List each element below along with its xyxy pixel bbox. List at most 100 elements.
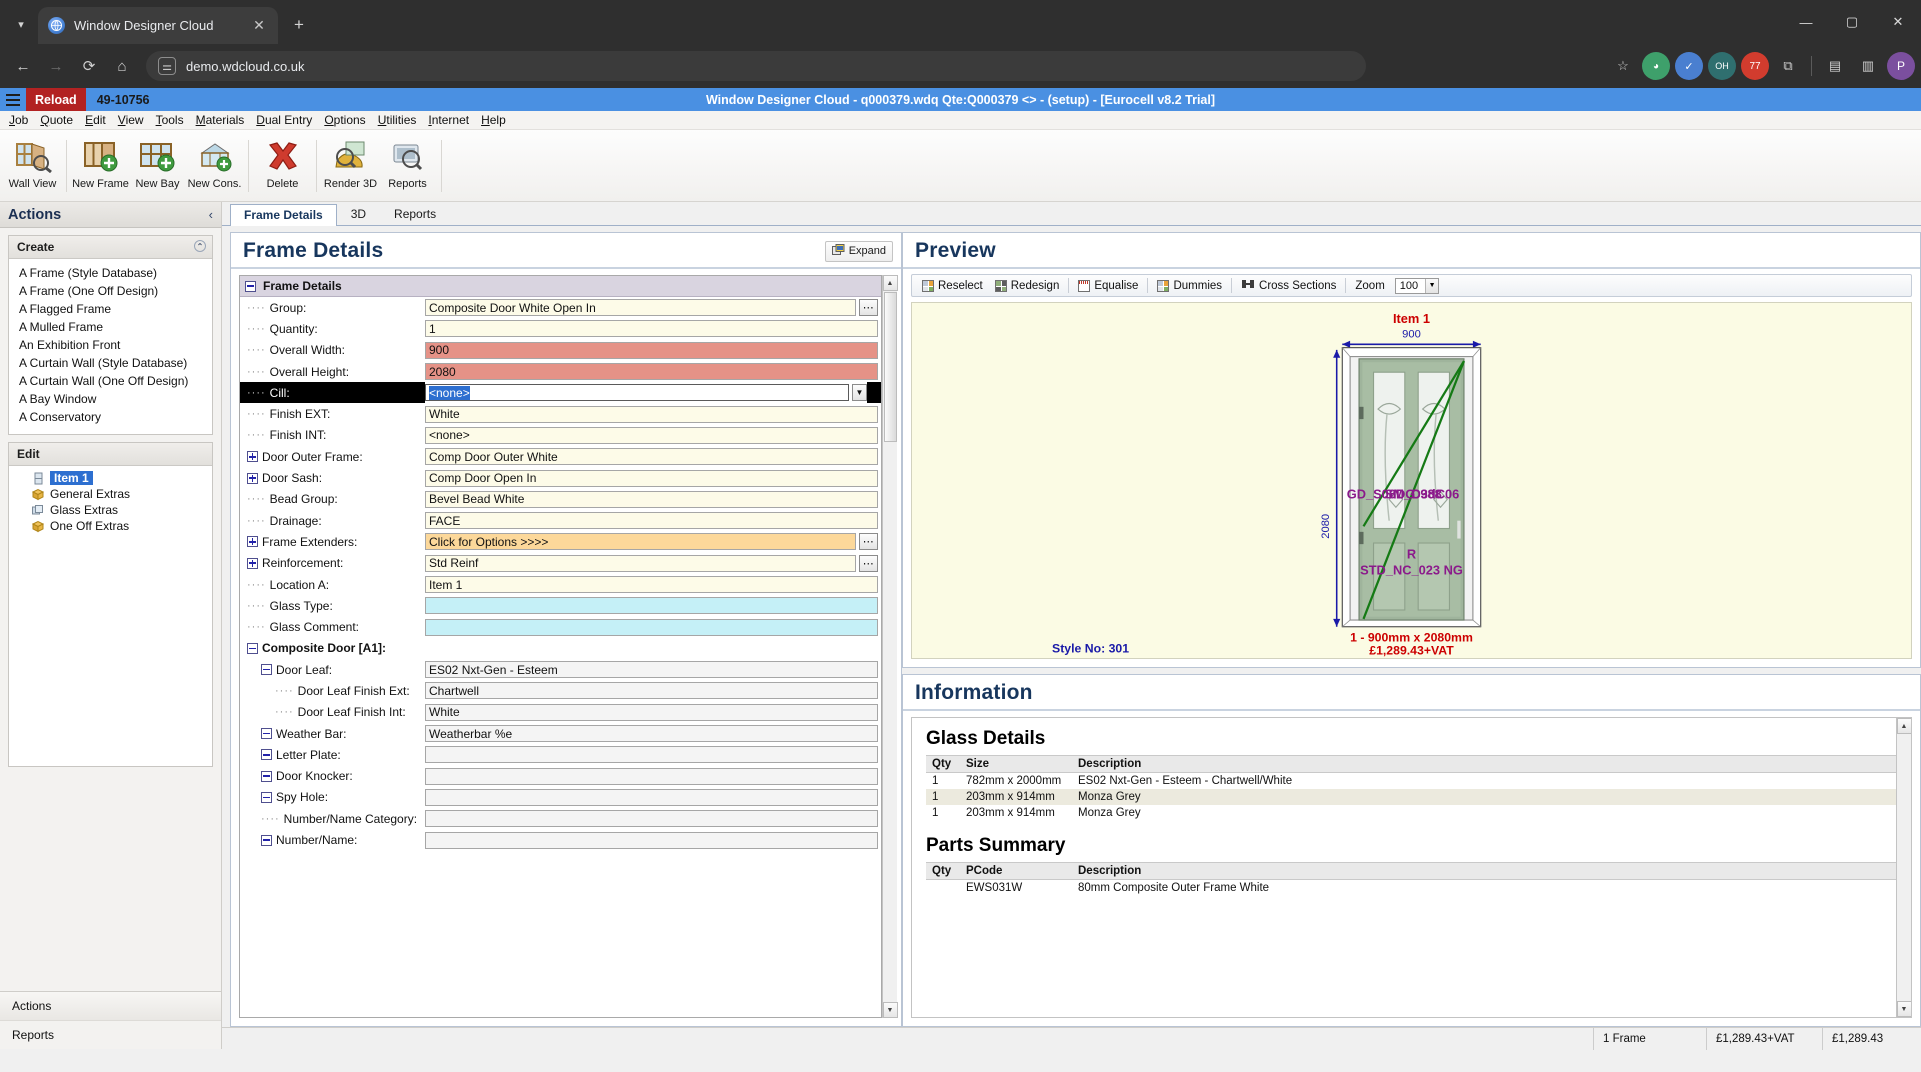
menu-edit[interactable]: Edit: [79, 113, 112, 127]
new-tab-button[interactable]: +: [284, 10, 314, 40]
create-item-frame-one-off[interactable]: A Frame (One Off Design): [9, 282, 212, 300]
scroll-thumb[interactable]: [883, 292, 897, 442]
create-item-exhibition-front[interactable]: An Exhibition Front: [9, 336, 212, 354]
frame-details-row[interactable]: ···· Quantity: 1: [240, 318, 881, 339]
redesign-button[interactable]: Redesign: [989, 278, 1066, 294]
tree-item-glass-extras[interactable]: Glass Extras: [9, 502, 212, 518]
create-item-flagged-frame[interactable]: A Flagged Frame: [9, 300, 212, 318]
frame-details-row[interactable]: ···· Overall Height: 2080: [240, 361, 881, 382]
side-panel-icon[interactable]: ▥: [1854, 52, 1882, 80]
zoom-select[interactable]: 100 ▼: [1394, 277, 1440, 294]
browser-tab[interactable]: Window Designer Cloud ✕: [38, 7, 278, 44]
collapse-node-icon[interactable]: [261, 791, 272, 803]
ellipsis-button[interactable]: ⋯: [859, 299, 878, 317]
row-value-field[interactable]: 900: [425, 341, 878, 359]
close-window-button[interactable]: ✕: [1875, 0, 1921, 44]
frame-details-row[interactable]: ···· Bead Group: Bevel Bead White: [240, 489, 881, 510]
row-value-field[interactable]: [425, 788, 878, 806]
reports-button[interactable]: Reports: [379, 133, 436, 199]
frame-details-row[interactable]: Reinforcement: Std Reinf ⋯: [240, 553, 881, 574]
row-value-field[interactable]: [425, 597, 878, 615]
collapse-node-icon[interactable]: [247, 642, 258, 654]
frame-details-row[interactable]: ···· Location A: Item 1: [240, 574, 881, 595]
frame-details-row[interactable]: Spy Hole:: [240, 787, 881, 808]
frame-details-row[interactable]: ···· Glass Comment:: [240, 616, 881, 637]
footer-actions-button[interactable]: Actions: [0, 991, 221, 1020]
extension-red-icon[interactable]: 77: [1741, 52, 1769, 80]
frame-details-row[interactable]: ···· Overall Width: 900: [240, 340, 881, 361]
create-item-curtain-wall-one-off[interactable]: A Curtain Wall (One Off Design): [9, 372, 212, 390]
minimize-button[interactable]: —: [1783, 0, 1829, 44]
site-settings-icon[interactable]: ⚌: [158, 57, 176, 75]
row-value-field[interactable]: Item 1: [425, 576, 878, 593]
forward-icon[interactable]: →: [41, 51, 71, 81]
row-value-field[interactable]: Composite Door White Open In: [425, 299, 856, 317]
frame-details-row[interactable]: Composite Door [A1]:: [240, 638, 881, 659]
menu-view[interactable]: View: [112, 113, 150, 127]
cross-sections-button[interactable]: Cross Sections: [1235, 276, 1342, 295]
frame-details-row[interactable]: Weather Bar: Weatherbar %e: [240, 723, 881, 744]
frame-details-row[interactable]: ···· Group: Composite Door White Open In ⋯: [240, 297, 881, 318]
menu-utilities[interactable]: Utilities: [372, 113, 423, 127]
extension-green-icon[interactable]: ◕: [1642, 52, 1670, 80]
chevron-down-icon[interactable]: ▼: [852, 384, 867, 402]
table-row[interactable]: 1 203mm x 914mm Monza Grey: [926, 805, 1896, 821]
row-value-field[interactable]: <none>: [425, 384, 849, 402]
frame-details-row[interactable]: Frame Extenders: Click for Options >>>> ⋯: [240, 531, 881, 552]
ellipsis-button[interactable]: ⋯: [859, 533, 878, 551]
create-item-bay-window[interactable]: A Bay Window: [9, 390, 212, 408]
home-icon[interactable]: ⌂: [107, 51, 137, 81]
row-value-field[interactable]: [425, 767, 878, 785]
row-value-field[interactable]: Std Reinf: [425, 554, 856, 572]
information-scrollbar[interactable]: ▲ ▼: [1896, 718, 1911, 1017]
new-frame-button[interactable]: New Frame: [72, 133, 129, 199]
frame-details-scrollbar[interactable]: ▲ ▼: [882, 275, 898, 1018]
menu-tools[interactable]: Tools: [150, 113, 190, 127]
maximize-button[interactable]: ▢: [1829, 0, 1875, 44]
row-value-field[interactable]: [425, 746, 878, 764]
reading-list-icon[interactable]: ▤: [1821, 52, 1849, 80]
frame-details-row[interactable]: Number/Name:: [240, 829, 881, 850]
menu-job[interactable]: Job: [3, 113, 34, 127]
frame-details-row[interactable]: Door Outer Frame: Comp Door Outer White: [240, 446, 881, 467]
collapse-node-icon[interactable]: [261, 664, 272, 676]
tree-item-general-extras[interactable]: General Extras: [9, 486, 212, 502]
row-value-field[interactable]: Click for Options >>>>: [425, 533, 856, 551]
equalise-button[interactable]: Equalise: [1072, 278, 1144, 294]
collapse-node-icon[interactable]: [261, 728, 272, 740]
frame-details-row[interactable]: Letter Plate:: [240, 744, 881, 765]
address-bar[interactable]: ⚌ demo.wdcloud.co.uk: [146, 51, 1366, 81]
row-value-field[interactable]: Comp Door Open In: [425, 469, 878, 487]
extension-blue-icon[interactable]: ✓: [1675, 52, 1703, 80]
collapse-node-icon[interactable]: [261, 749, 272, 761]
frame-details-row[interactable]: ···· Cill: <none> ▼: [240, 382, 881, 404]
tree-item-one-off-extras[interactable]: One Off Extras: [9, 518, 212, 534]
frame-details-row[interactable]: ···· Door Leaf Finish Ext: Chartwell: [240, 680, 881, 701]
create-item-mulled-frame[interactable]: A Mulled Frame: [9, 318, 212, 336]
menu-help[interactable]: Help: [475, 113, 512, 127]
frame-details-row[interactable]: ···· Finish EXT: White: [240, 403, 881, 424]
create-item-curtain-wall-style-db[interactable]: A Curtain Wall (Style Database): [9, 354, 212, 372]
scroll-down-icon[interactable]: ▼: [1896, 1001, 1911, 1017]
tab-reports[interactable]: Reports: [380, 203, 450, 225]
expand-node-icon[interactable]: [247, 557, 258, 569]
chevron-down-icon[interactable]: ▼: [1425, 278, 1439, 293]
extension-teal-icon[interactable]: OH: [1708, 52, 1736, 80]
row-value-field[interactable]: [425, 831, 878, 849]
frame-details-section-header[interactable]: Frame Details: [240, 276, 881, 297]
new-bay-button[interactable]: New Bay: [129, 133, 186, 199]
preview-canvas[interactable]: Item 1 900 2080 GD_S08DG SM_C988 D3dC06 …: [911, 302, 1912, 659]
frame-details-row[interactable]: Door Knocker:: [240, 766, 881, 787]
wall-view-button[interactable]: Wall View: [4, 133, 61, 199]
ellipsis-button[interactable]: ⋯: [859, 554, 878, 572]
table-row[interactable]: EWS031W 80mm Composite Outer Frame White: [926, 880, 1896, 897]
menu-materials[interactable]: Materials: [190, 113, 251, 127]
row-value-field[interactable]: FACE: [425, 512, 878, 530]
row-value-field[interactable]: Chartwell: [425, 682, 878, 700]
row-value-field[interactable]: 1: [425, 320, 878, 338]
extensions-puzzle-icon[interactable]: ⧉: [1774, 52, 1802, 80]
collapse-group-icon[interactable]: ⌃: [194, 240, 206, 252]
footer-reports-button[interactable]: Reports: [0, 1020, 221, 1049]
menu-internet[interactable]: Internet: [422, 113, 475, 127]
expand-button[interactable]: Expand: [824, 240, 893, 262]
